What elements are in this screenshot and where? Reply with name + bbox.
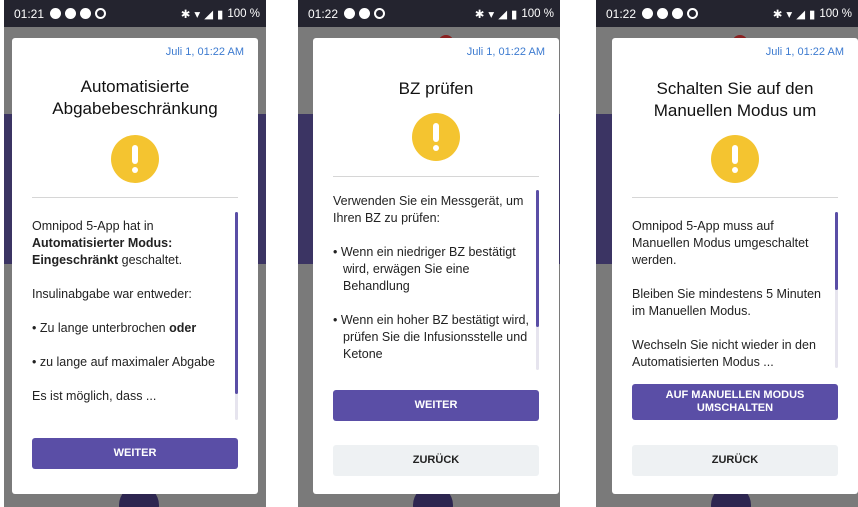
alert-message[interactable]: Verwenden Sie ein Messgerät, um Ihren BZ… bbox=[333, 193, 533, 371]
alert-dialog: Juli 1, 01:22 AM Schalten Sie auf den Ma… bbox=[612, 38, 858, 494]
message-paragraph: Insulinabgabe war entweder: bbox=[32, 287, 192, 301]
signal-icon: ◢ bbox=[498, 8, 508, 21]
message-paragraph: Bleiben Sie mindestens 5 Minuten im Manu… bbox=[632, 287, 822, 318]
bluetooth-icon: ✱ bbox=[772, 8, 783, 21]
signal-icon: ◢ bbox=[796, 8, 806, 21]
scrollbar-thumb[interactable] bbox=[235, 212, 238, 394]
wifi-icon: ▾ bbox=[786, 8, 793, 21]
back-button[interactable]: ZURÜCK bbox=[632, 445, 838, 476]
battery-level: 100 % bbox=[819, 7, 852, 20]
message-bullet: • Wenn ein niedriger BZ bestätigt wird, … bbox=[333, 245, 516, 293]
bluetooth-icon: ✱ bbox=[474, 8, 485, 21]
battery-icon: ▮ bbox=[217, 8, 224, 21]
battery-level: 100 % bbox=[227, 7, 260, 20]
bluetooth-icon: ✱ bbox=[180, 8, 191, 21]
status-time: 01:22 bbox=[308, 6, 339, 21]
warning-icon bbox=[711, 135, 759, 183]
status-icons bbox=[344, 8, 386, 19]
status-bar: 01:21 ✱ ▾ ◢ ▮ 100 % bbox=[4, 0, 266, 27]
message-paragraph: Verwenden Sie ein Messgerät, um Ihren BZ… bbox=[333, 194, 524, 225]
alert-timestamp: Juli 1, 01:22 AM bbox=[765, 46, 844, 58]
warning-icon bbox=[111, 135, 159, 183]
message-paragraph: Omnipod 5-App hat in Automatisierter Mod… bbox=[32, 219, 183, 267]
status-icons bbox=[642, 8, 699, 19]
battery-icon: ▮ bbox=[511, 8, 518, 21]
back-button[interactable]: ZURÜCK bbox=[333, 445, 539, 476]
alert-title: Schalten Sie auf den Manuellen Modus um bbox=[653, 79, 817, 120]
battery-level: 100 % bbox=[521, 7, 554, 20]
message-paragraph: Es ist möglich, dass ... bbox=[32, 389, 157, 403]
divider bbox=[632, 197, 838, 198]
alert-dialog: Juli 1, 01:22 AM Automatisierte Abgabebe… bbox=[12, 38, 258, 494]
message-bullet: • zu lange auf maximaler Abgabe bbox=[32, 355, 215, 369]
message-paragraph: Wechseln Sie nicht wieder in den Automat… bbox=[632, 338, 816, 369]
divider bbox=[333, 176, 539, 177]
alert-dialog: Juli 1, 01:22 AM BZ prüfen Verwenden Sie… bbox=[313, 38, 559, 494]
status-time: 01:22 bbox=[606, 6, 637, 21]
alert-message[interactable]: Omnipod 5-App hat in Automatisierter Mod… bbox=[32, 218, 232, 418]
signal-icon: ◢ bbox=[204, 8, 214, 21]
status-icons bbox=[50, 8, 107, 19]
wifi-icon: ▾ bbox=[194, 8, 201, 21]
status-bar: 01:22 ✱ ▾ ◢ ▮ 100 % bbox=[596, 0, 858, 27]
switch-to-manual-mode-button[interactable]: AUF MANUELLEN MODUS UMSCHALTEN bbox=[632, 384, 838, 420]
continue-button[interactable]: WEITER bbox=[32, 438, 238, 469]
screen-2: 01:22 ✱ ▾ ◢ ▮ 100 % Juli 1, 01:22 AM BZ … bbox=[298, 0, 560, 507]
alert-message[interactable]: Omnipod 5-App muss auf Manuellen Modus u… bbox=[632, 218, 832, 370]
alert-timestamp: Juli 1, 01:22 AM bbox=[165, 46, 244, 58]
scrollbar[interactable] bbox=[235, 212, 238, 420]
battery-icon: ▮ bbox=[809, 8, 816, 21]
divider bbox=[32, 197, 238, 198]
continue-button[interactable]: WEITER bbox=[333, 390, 539, 421]
scrollbar-thumb[interactable] bbox=[835, 212, 838, 290]
message-paragraph: Omnipod 5-App muss auf Manuellen Modus u… bbox=[632, 219, 809, 267]
wifi-icon: ▾ bbox=[488, 8, 495, 21]
alert-title: BZ prüfen bbox=[398, 79, 474, 98]
message-bullet: • Wenn ein hoher BZ bestätigt wird, prüf… bbox=[333, 313, 529, 361]
status-time: 01:21 bbox=[14, 6, 45, 21]
status-bar: 01:22 ✱ ▾ ◢ ▮ 100 % bbox=[298, 0, 560, 27]
alert-title: Automatisierte Abgabebeschränkung bbox=[52, 77, 218, 118]
screen-1: 01:21 ✱ ▾ ◢ ▮ 100 % Juli 1, 01:22 AM Aut… bbox=[4, 0, 266, 507]
scrollbar[interactable] bbox=[536, 190, 539, 370]
message-bullet: • Zu lange unterbrochen oder bbox=[32, 321, 197, 335]
screen-3: 01:22 ✱ ▾ ◢ ▮ 100 % Juli 1, 01:22 AM Sch… bbox=[596, 0, 858, 507]
warning-icon bbox=[412, 113, 460, 161]
alert-timestamp: Juli 1, 01:22 AM bbox=[466, 46, 545, 58]
scrollbar[interactable] bbox=[835, 212, 838, 368]
scrollbar-thumb[interactable] bbox=[536, 190, 539, 327]
